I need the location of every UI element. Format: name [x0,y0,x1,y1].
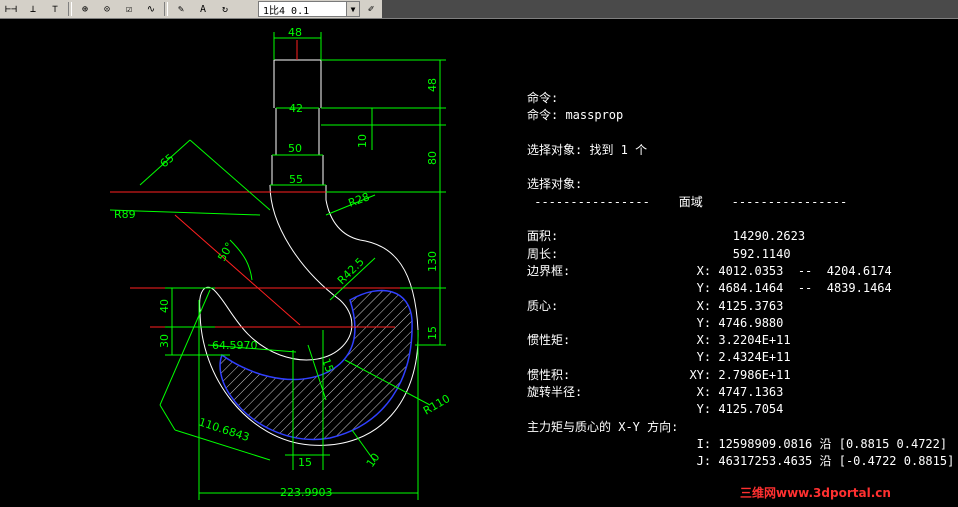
report-value: Y: 4125.7054 [675,402,784,417]
report-label: 惯性矩: [527,333,571,348]
dim-130[interactable]: 130 [426,251,439,272]
report-value: Y: 4684.1464 -- 4839.1464 [675,281,892,296]
report-value: J: 46317253.4635 沿 [-0.4722 0.8815] [675,454,955,469]
dim-r42-5[interactable]: R42.5 [335,255,367,287]
dim-30[interactable]: 30 [158,334,171,348]
hatched-section [219,289,413,441]
report-label: 选择对象: 找到 1 个 [527,142,648,157]
dim-64-5970[interactable]: 64.5970 [212,339,258,352]
dim-15-bottom[interactable]: 15 [298,456,312,469]
report-value: X: 4747.1363 [675,385,784,400]
dim-42[interactable]: 42 [289,102,303,115]
dim-r89[interactable]: R89 [114,208,136,221]
report-value: X: 3.2204E+11 [675,333,791,348]
dim-15-right[interactable]: 15 [426,326,439,340]
center-lines [110,40,420,328]
report-label: 主力矩与质心的 X-Y 方向: [527,419,679,434]
report-value: X: 4012.0353 -- 4204.6174 [675,263,892,278]
dim-r110[interactable]: R110 [421,392,452,418]
report-label: 边界框: [527,263,571,278]
dim-80[interactable]: 80 [426,151,439,165]
dim-10[interactable]: 10 [356,134,369,148]
report-value: X: 4125.3763 [675,298,784,313]
dim-223-9903[interactable]: 223.9903 [280,486,333,499]
report-label: 面积: [527,229,559,244]
report-label: 周长: [527,246,559,261]
report-value: Y: 4746.9880 [675,315,784,330]
dim-10-bottom[interactable]: 10 [364,451,383,470]
report-value: 14290.2623 [675,229,806,244]
report-label: 质心: [527,298,559,313]
report-label: ---------------- 面域 ---------------- [527,194,848,209]
report-value: 592.1140 [675,246,791,261]
dim-48-top[interactable]: 48 [288,26,302,39]
dim-50[interactable]: 50 [288,142,302,155]
report-label: 命令: massprop [527,108,624,123]
dim-40[interactable]: 40 [158,299,171,313]
report-label: 命令: [527,91,559,105]
dim-r28[interactable]: R28 [347,190,372,210]
report-label: 选择对象: [527,177,583,192]
watermark: 三维网www.3dportal.cn [740,486,891,500]
hook-shank [270,59,326,186]
report-value: I: 12598909.0816 沿 [0.8815 0.4722] [675,436,948,451]
report-value: XY: 2.7986E+11 [675,367,791,382]
report-label: 惯性积: [527,367,571,382]
report-label: 旋转半径: [527,385,583,400]
cad-drawing-canvas[interactable]: 48 48 42 10 50 80 55 65 R89 R28 50° R42.… [0,0,958,507]
dim-55[interactable]: 55 [289,173,303,186]
report-value: Y: 2.4324E+11 [675,350,791,365]
dim-48-side[interactable]: 48 [426,78,439,92]
